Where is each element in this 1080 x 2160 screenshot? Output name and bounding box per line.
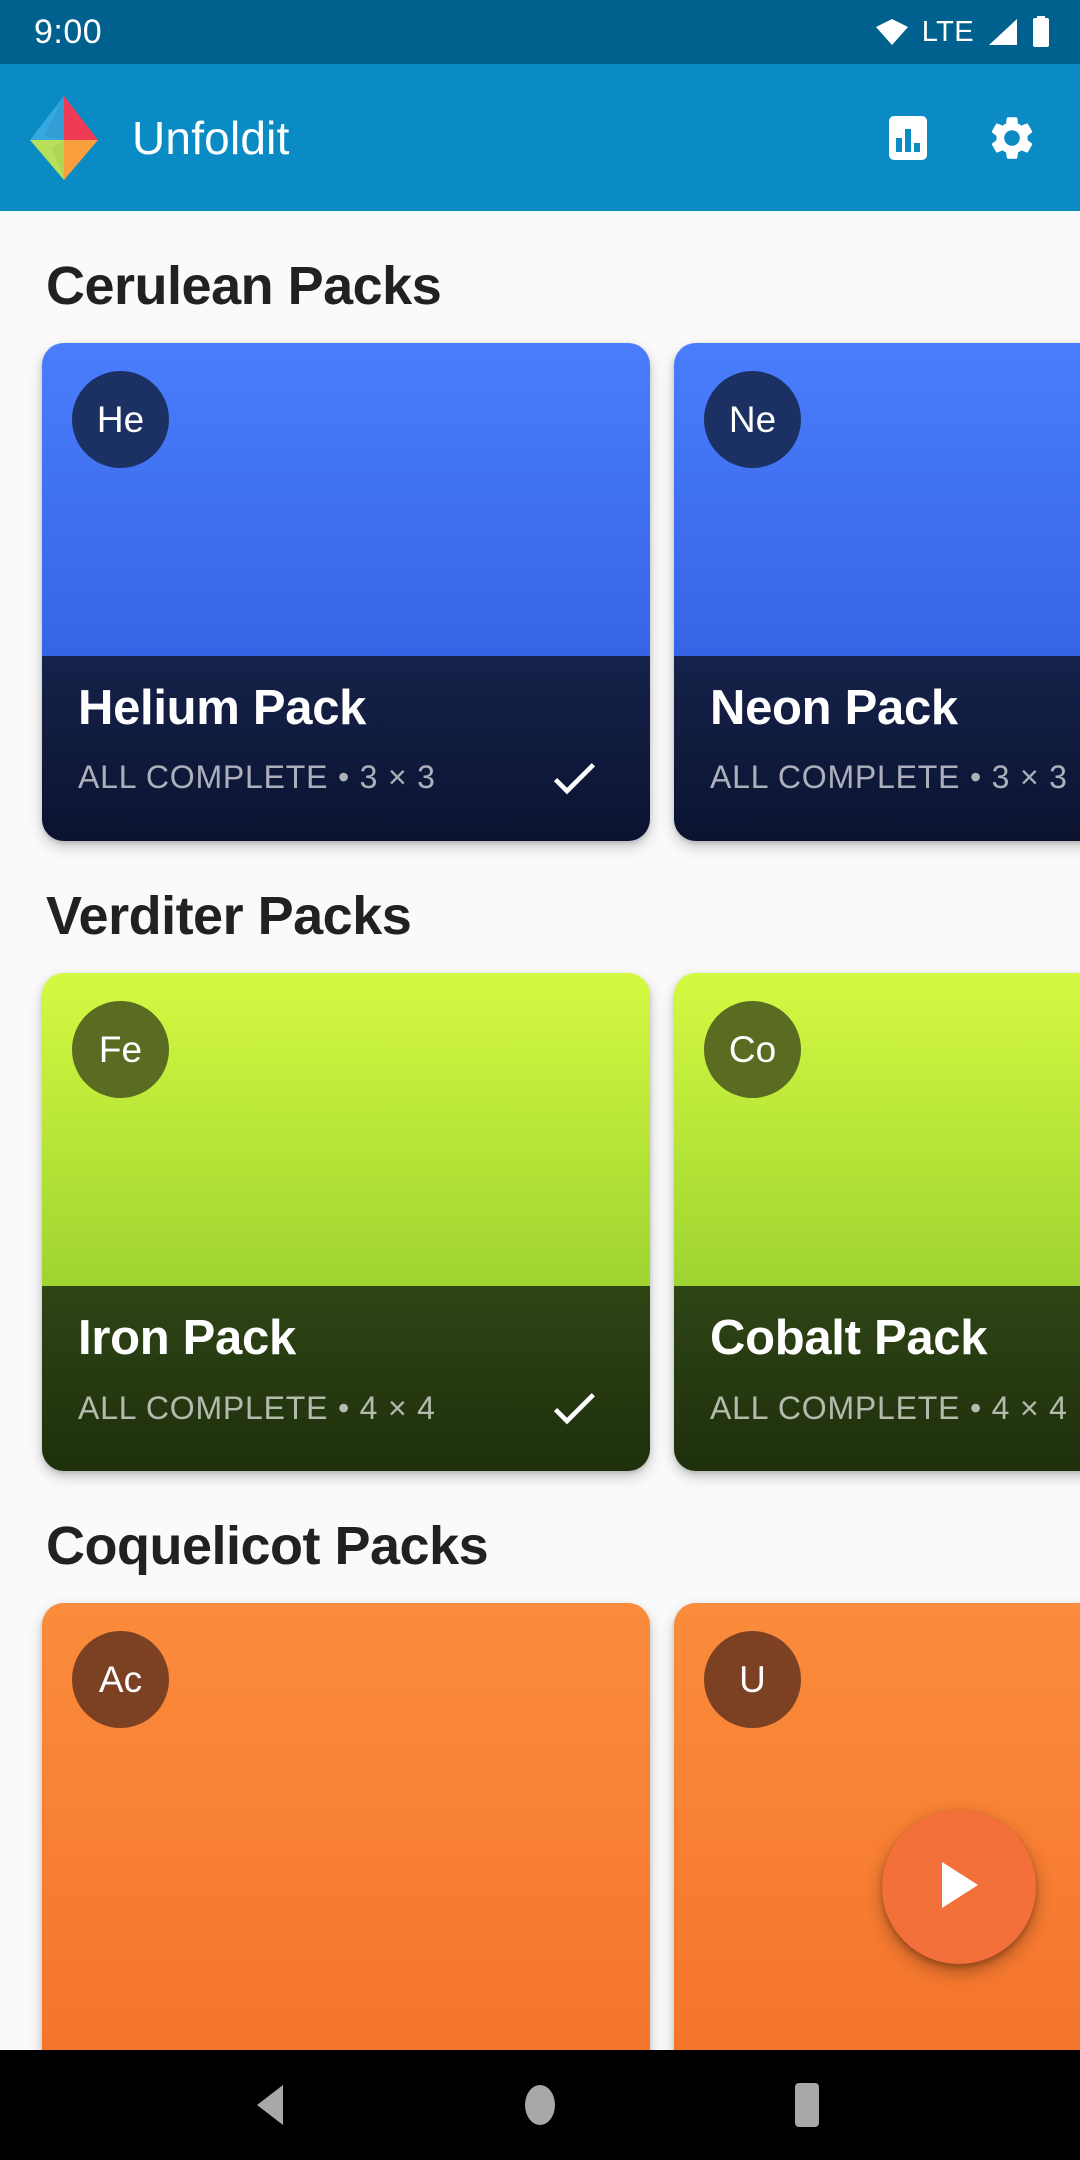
pack-badge: He [72,371,169,469]
pack-card-iron[interactable]: Fe Iron Pack ALL COMPLETE • 4 × 4 [42,973,650,1472]
pack-card-footer: Cobalt Pack ALL COMPLETE • 4 × 4 [674,1286,1080,1472]
pack-card-cobalt[interactable]: Co Cobalt Pack ALL COMPLETE • 4 × 4 [674,973,1080,1472]
pack-card-uranium[interactable]: U [674,1603,1080,2050]
pack-list-scroll-area[interactable]: Cerulean Packs He Helium Pack ALL COMPLE… [0,211,1080,2050]
signal-icon [987,17,1019,47]
pack-card-title: Iron Pack [78,1311,296,1366]
app-bar: Unfoldit [0,64,1080,211]
pack-card-title: Helium Pack [78,681,367,736]
status-bar: 9:00 LTE [0,0,1080,64]
pack-card-neon[interactable]: Ne Neon Pack ALL COMPLETE • 3 × 3 [674,343,1080,842]
pack-card-title: Neon Pack [710,681,958,736]
complete-check-icon [546,1380,602,1436]
status-time: 9:00 [34,13,103,51]
pack-card-actinium[interactable]: Ac [42,1603,650,2050]
pack-card-helium[interactable]: He Helium Pack ALL COMPLETE • 3 × 3 [42,343,650,842]
pack-badge: Ac [72,1631,169,1729]
complete-check-icon [546,750,602,806]
wifi-icon [875,17,909,47]
unfoldit-logo [24,92,104,184]
nav-home-button[interactable] [511,2076,569,2134]
settings-gear-icon[interactable] [986,112,1038,164]
network-type-label: LTE [921,15,974,48]
pack-card-footer: Neon Pack ALL COMPLETE • 3 × 3 [674,656,1080,842]
section-title-coquelicot: Coquelicot Packs [46,1516,489,1577]
section-title-verditer: Verditer Packs [46,886,412,947]
play-fab[interactable] [882,1810,1036,1964]
pack-card-subtitle: ALL COMPLETE • 3 × 3 [710,759,1068,796]
pack-card-subtitle: ALL COMPLETE • 4 × 4 [710,1389,1068,1426]
status-icons: LTE [875,16,1050,49]
section-title-cerulean: Cerulean Packs [46,256,442,316]
nav-back-button[interactable] [244,2076,302,2134]
stats-icon[interactable] [882,112,934,164]
pack-badge: Ne [704,371,801,469]
pack-row-verditer: Fe Iron Pack ALL COMPLETE • 4 × 4 Co Cob… [0,973,1080,1472]
pack-badge: U [704,1631,801,1729]
pack-badge: Fe [72,1001,169,1099]
app-bar-actions [882,112,1046,164]
nav-recents-button[interactable] [778,2076,836,2134]
pack-badge: Co [704,1001,801,1099]
battery-icon [1032,16,1050,48]
pack-card-title: Cobalt Pack [710,1311,988,1366]
pack-card-footer: Helium Pack ALL COMPLETE • 3 × 3 [42,656,650,842]
play-icon [932,1856,986,1919]
pack-card-footer: Iron Pack ALL COMPLETE • 4 × 4 [42,1286,650,1472]
app-title: Unfoldit [132,111,290,164]
pack-card-subtitle: ALL COMPLETE • 4 × 4 [78,1389,436,1426]
pack-card-subtitle: ALL COMPLETE • 3 × 3 [78,759,436,796]
pack-row-cerulean: He Helium Pack ALL COMPLETE • 3 × 3 Ne N… [0,343,1080,842]
system-navigation-bar [0,2050,1080,2160]
